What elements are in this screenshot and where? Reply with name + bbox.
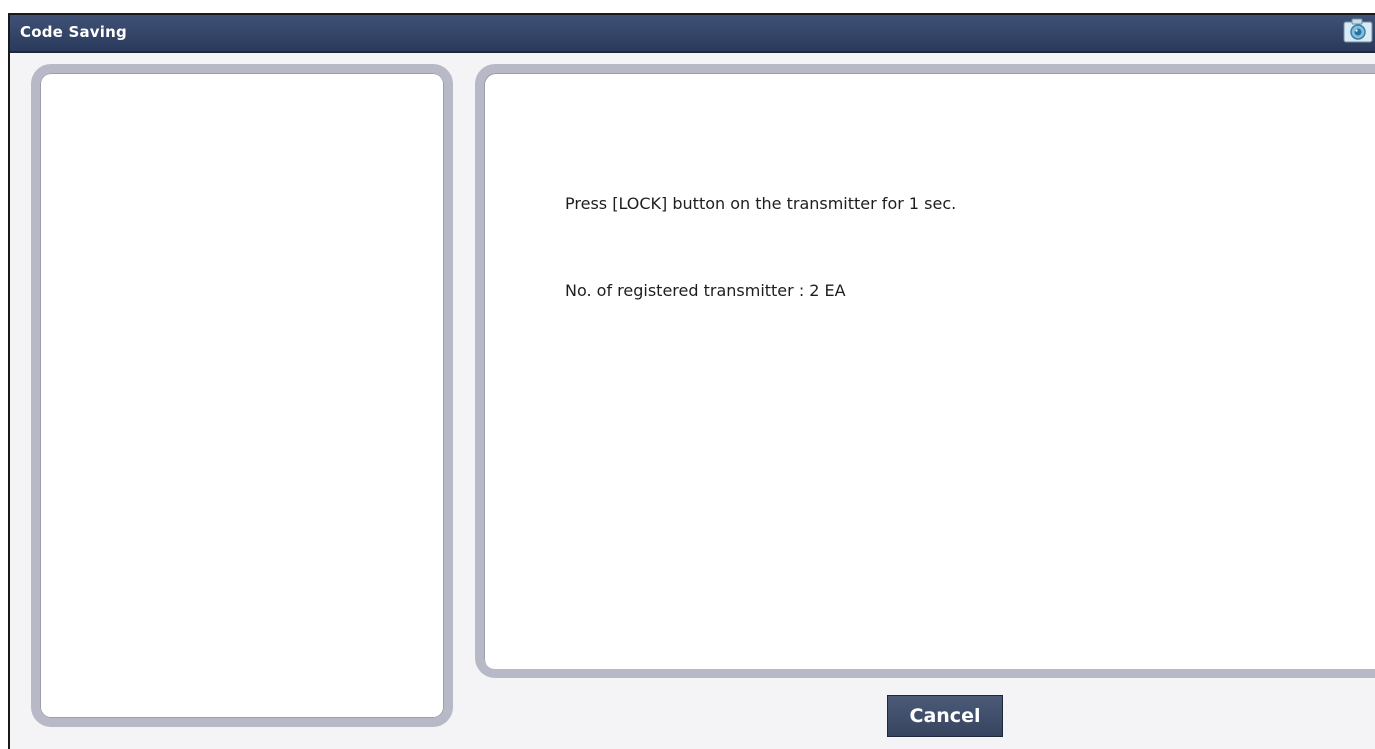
- window-title: Code Saving: [20, 23, 127, 41]
- cancel-button[interactable]: Cancel: [887, 695, 1003, 737]
- message-panel: Press [LOCK] button on the transmitter f…: [475, 64, 1375, 678]
- left-panel: [31, 64, 453, 727]
- camera-icon[interactable]: [1343, 18, 1373, 44]
- code-saving-window: Code Saving Press [LOCK] button on the t…: [8, 13, 1375, 749]
- lock-instruction-text: Press [LOCK] button on the transmitter f…: [565, 194, 957, 213]
- registered-transmitter-count: No. of registered transmitter : 2 EA: [565, 281, 846, 300]
- title-bar: Code Saving: [10, 15, 1375, 53]
